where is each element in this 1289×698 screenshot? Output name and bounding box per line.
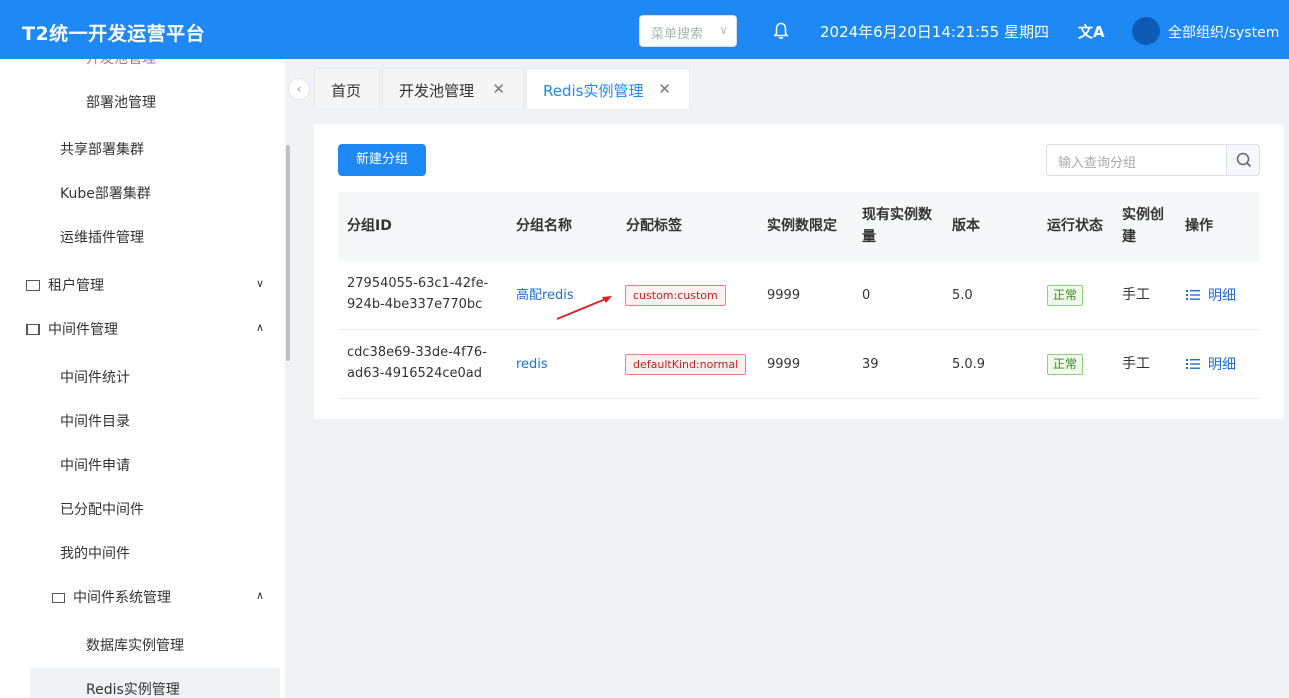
col-action: 操作 <box>1185 218 1213 234</box>
user-org-name[interactable]: 全部组织/system <box>1168 22 1279 42</box>
search-icon <box>1236 152 1252 168</box>
search-button[interactable] <box>1226 144 1260 176</box>
col-creation: 实例创建 <box>1122 207 1164 245</box>
sidebar-item-kube-cluster[interactable]: Kube部署集群 <box>60 183 151 203</box>
sidebar-item-mw-catalog[interactable]: 中间件目录 <box>60 411 130 431</box>
top-header: T2统一开发运营平台 菜单搜索 ∨ 2024年6月20日14:21:55 星期四… <box>0 0 1289 59</box>
col-status: 运行状态 <box>1047 218 1103 234</box>
tab-redis-instance[interactable]: Redis实例管理 ✕ <box>526 68 690 109</box>
avatar[interactable] <box>1132 17 1160 45</box>
table-header: 分组ID 分组名称 分配标签 实例数限定 现有实例数量 版本 运行状态 实例创建… <box>338 192 1260 261</box>
col-version: 版本 <box>952 218 980 234</box>
sidebar-item-db-instance[interactable]: 数据库实例管理 <box>86 635 184 655</box>
folder-icon <box>52 593 65 603</box>
sidebar-item-deploy-pool[interactable]: 部署池管理 <box>86 92 156 112</box>
version: 5.0.9 <box>952 357 986 372</box>
list-icon <box>1186 359 1200 369</box>
col-group-id: 分组ID <box>347 218 392 234</box>
menu-search-select[interactable]: 菜单搜索 ∨ <box>639 15 737 47</box>
status-badge: 正常 <box>1047 354 1084 375</box>
chevron-up-icon: ∧ <box>255 321 264 334</box>
chevron-down-icon: ∨ <box>719 23 728 37</box>
sidebar-item-dev-pool[interactable]: 开发池管理 <box>86 59 156 68</box>
sidebar-item-mw-apply[interactable]: 中间件申请 <box>60 455 130 475</box>
group-id: cdc38e69-33de-4f76- ad63-4916524ce0ad <box>347 345 487 381</box>
col-count: 现有实例数量 <box>862 207 932 245</box>
sidebar-item-mw-system[interactable]: 中间件系统管理 ∧ <box>52 587 264 607</box>
version: 5.0 <box>952 288 973 303</box>
detail-link[interactable]: 明细 <box>1186 354 1236 374</box>
assign-tag: defaultKind:normal <box>625 354 747 375</box>
table-row: cdc38e69-33de-4f76- ad63-4916524ce0ad re… <box>338 330 1260 399</box>
col-group-name: 分组名称 <box>516 218 572 234</box>
instance-limit: 9999 <box>767 357 801 372</box>
creation-mode: 手工 <box>1122 287 1150 303</box>
group-id: 27954055-63c1-42fe- 924b-4be337e770bc <box>347 276 489 312</box>
annotation-arrow-icon <box>556 296 612 320</box>
col-limit: 实例数限定 <box>767 218 837 234</box>
tab-dev-pool[interactable]: 开发池管理 ✕ <box>382 68 524 108</box>
sidebar-item-tenant[interactable]: 租户管理 ∨ <box>26 275 264 295</box>
sidebar-item-my-mw[interactable]: 我的中间件 <box>60 543 130 563</box>
collapse-sidebar-button[interactable]: ‹ <box>288 78 310 100</box>
sidebar: 开发池管理 部署池管理 共享部署集群 Kube部署集群 运维插件管理 租户管理 … <box>0 59 285 698</box>
status-badge: 正常 <box>1047 285 1084 306</box>
sidebar-item-ops-plugin[interactable]: 运维插件管理 <box>60 227 144 247</box>
col-tag: 分配标签 <box>626 218 682 234</box>
group-search-input[interactable]: 输入查询分组 <box>1046 144 1227 176</box>
sidebar-scrollbar[interactable] <box>286 145 290 361</box>
assign-tag: custom:custom <box>625 285 726 306</box>
sidebar-item-shared-cluster[interactable]: 共享部署集群 <box>60 139 144 159</box>
instance-limit: 9999 <box>767 288 801 303</box>
chevron-down-icon: ∨ <box>255 277 264 290</box>
id-card-icon <box>26 280 40 291</box>
creation-mode: 手工 <box>1122 356 1150 372</box>
bell-icon[interactable] <box>773 22 789 40</box>
datetime-display: 2024年6月20日14:21:55 星期四 <box>820 23 1049 41</box>
close-icon[interactable]: ✕ <box>658 80 671 98</box>
tab-home[interactable]: 首页 <box>314 68 380 108</box>
sidebar-item-middleware[interactable]: 中间件管理 ∧ <box>26 319 264 339</box>
app-title: T2统一开发运营平台 <box>22 23 206 45</box>
menu-search-placeholder: 菜单搜索 <box>651 27 704 42</box>
sidebar-item-mw-assigned[interactable]: 已分配中间件 <box>60 499 144 519</box>
sidebar-item-mw-stats[interactable]: 中间件统计 <box>60 367 130 387</box>
table-row: 27954055-63c1-42fe- 924b-4be337e770bc 高配… <box>338 261 1260 330</box>
new-group-button[interactable]: 新建分组 <box>338 144 426 176</box>
sidebar-item-redis-instance[interactable]: Redis实例管理 <box>30 668 280 698</box>
instance-count: 39 <box>862 357 879 372</box>
detail-link[interactable]: 明细 <box>1186 285 1236 305</box>
instance-count: 0 <box>862 288 871 303</box>
translate-icon[interactable]: 文A <box>1078 21 1105 42</box>
close-icon[interactable]: ✕ <box>492 80 505 98</box>
middleware-icon <box>26 324 40 335</box>
list-icon <box>1186 290 1200 300</box>
chevron-up-icon: ∧ <box>255 589 264 602</box>
group-name-link[interactable]: redis <box>516 354 548 375</box>
